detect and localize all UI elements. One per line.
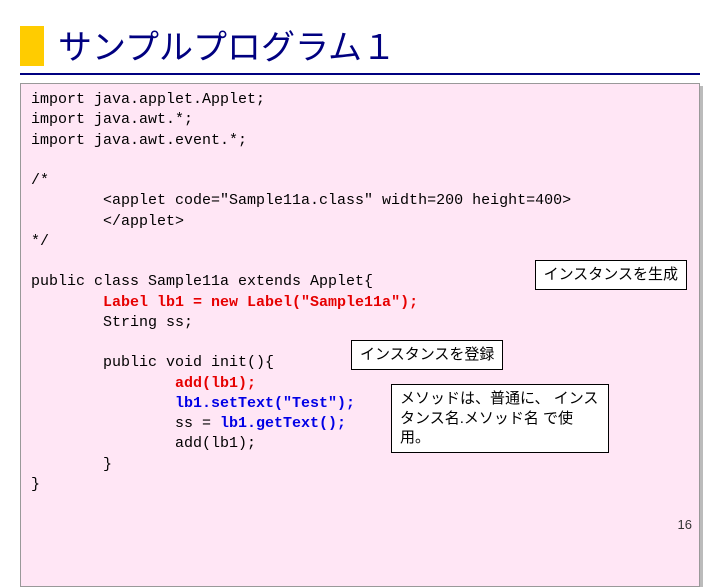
heading-rule: [20, 73, 700, 75]
code-block: import java.applet.Applet; import java.a…: [20, 83, 700, 587]
callout-generate-instance: インスタンスを生成: [535, 260, 687, 290]
code-line: <applet code="Sample11a.class" width=200…: [31, 192, 571, 209]
highlight-blue: lb1.setText("Test");: [175, 395, 355, 412]
code-line: /*: [31, 172, 49, 189]
highlight-red: add(lb1);: [175, 375, 256, 392]
page-number: 16: [678, 517, 692, 532]
code-line: add(lb1);: [31, 375, 256, 392]
code-line: lb1.setText("Test");: [31, 395, 355, 412]
code-line: import java.awt.event.*;: [31, 132, 247, 149]
highlight-red: Label lb1 = new Label("Sample11a");: [103, 294, 418, 311]
code-line: */: [31, 233, 49, 250]
callout-method-usage: メソッドは、普通に、 インスタンス名.メソッド名 で使用。: [391, 384, 609, 453]
code-line: Label lb1 = new Label("Sample11a");: [31, 294, 418, 311]
highlight-blue: lb1.getText();: [220, 415, 346, 432]
code-line: String ss;: [31, 314, 193, 331]
code-line: }: [31, 476, 40, 493]
code-line: public class Sample11a extends Applet{: [31, 273, 373, 290]
code-line: }: [31, 456, 112, 473]
code-line: </applet>: [31, 213, 184, 230]
code-line: ss = lb1.getText();: [31, 415, 346, 432]
code-line: public void init(){: [31, 354, 274, 371]
code-line: add(lb1);: [31, 435, 256, 452]
code-line: import java.applet.Applet;: [31, 91, 265, 108]
callout-register-instance: インスタンスを登録: [351, 340, 503, 370]
heading-accent: [20, 26, 44, 66]
slide-title: サンプルプログラム１: [58, 20, 396, 69]
heading-row: サンプルプログラム１: [20, 20, 700, 69]
code-line: import java.awt.*;: [31, 111, 193, 128]
